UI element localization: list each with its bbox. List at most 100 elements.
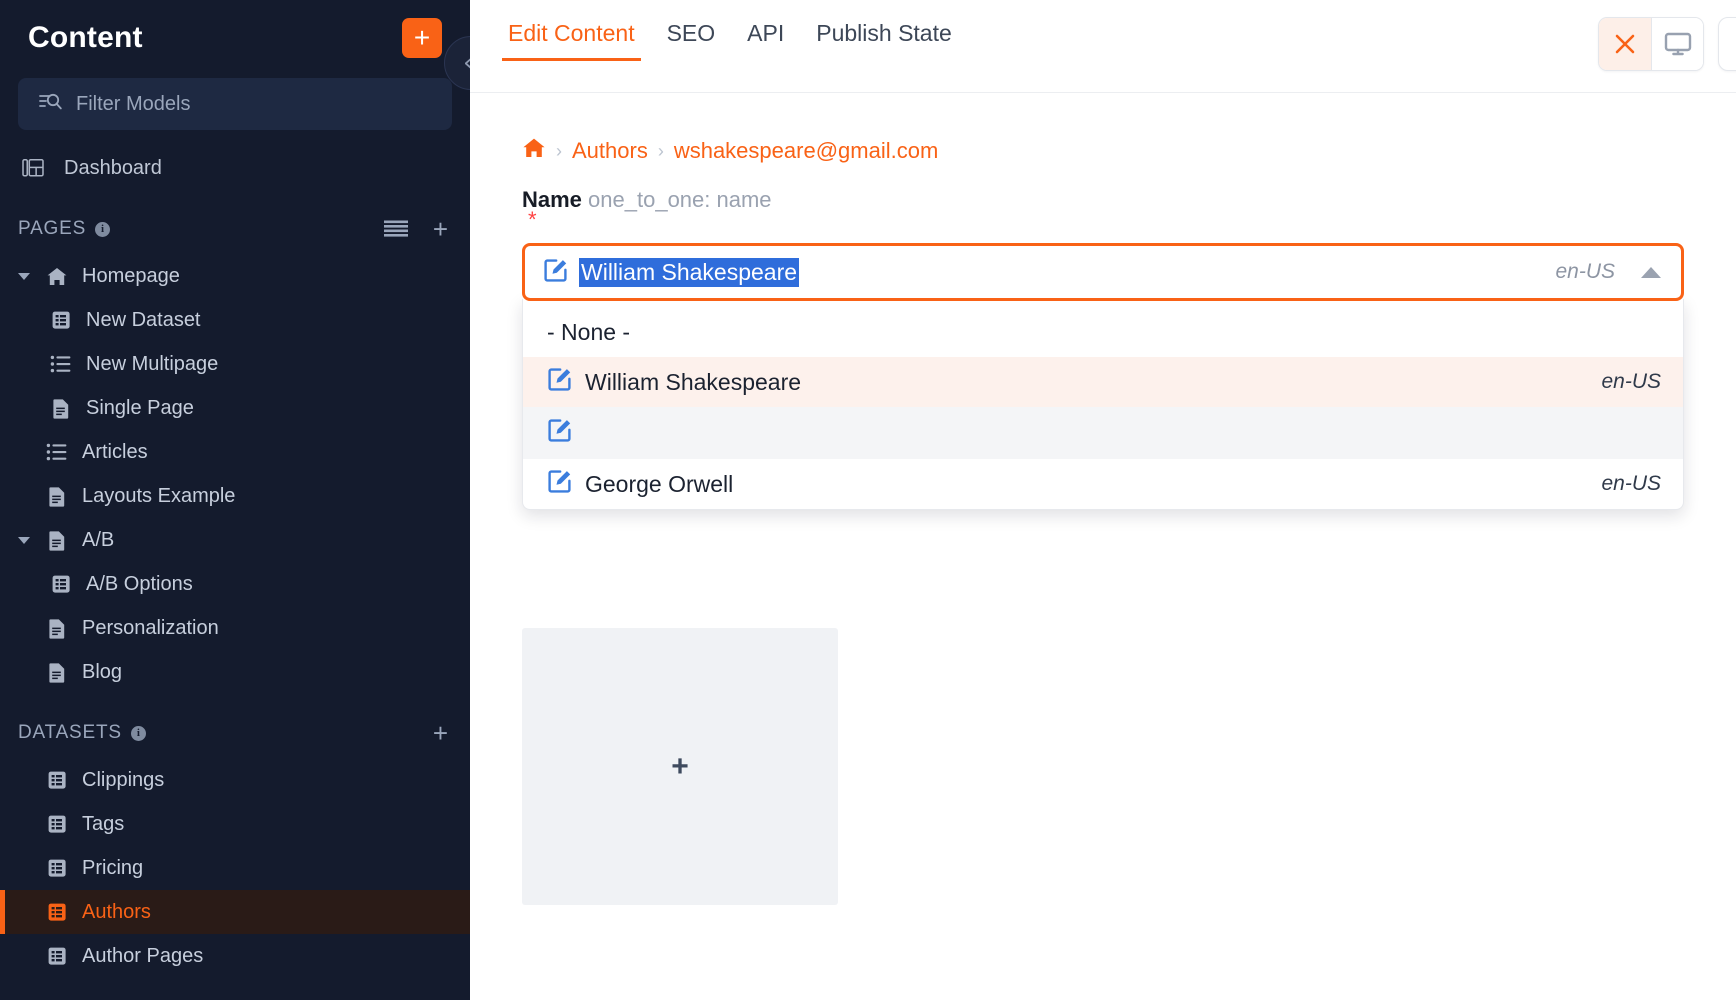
tab-seo[interactable]: SEO: [651, 20, 732, 61]
sidebar: Content + Filter Models Dashboard PAGES …: [0, 0, 470, 1000]
breadcrumb-item-authors[interactable]: Authors: [572, 138, 648, 164]
sidebar-item-label: Blog: [82, 660, 123, 683]
filter-models-placeholder: Filter Models: [76, 92, 191, 115]
breadcrumb: › Authors › wshakespeare@gmail.com: [470, 137, 1736, 165]
sidebar-sections: PAGES i + Homepage New Dataset New Multipage S…: [0, 204, 470, 978]
combo-dropdown: - None - William Shakespeare en-US George O…: [522, 299, 1684, 510]
sidebar-item-a-b-options[interactable]: A/B Options: [0, 562, 470, 606]
tab-publish-state[interactable]: Publish State: [800, 20, 968, 61]
dataset-icon: [50, 309, 72, 331]
chevron-down-icon[interactable]: [18, 272, 30, 280]
sidebar-section-title: DATASETS: [18, 722, 122, 743]
sidebar-item-label: Clippings: [82, 768, 165, 791]
field-hint: one_to_one: name: [588, 187, 772, 212]
page-icon: [46, 529, 68, 551]
add-content-button[interactable]: +: [402, 18, 442, 58]
sidebar-item-authors[interactable]: Authors: [0, 890, 470, 934]
sidebar-item-single-page[interactable]: Single Page: [0, 386, 470, 430]
add-item-button[interactable]: +: [433, 720, 448, 746]
dropdown-option[interactable]: William Shakespeare en-US: [523, 357, 1683, 407]
home-icon[interactable]: [522, 137, 546, 165]
sidebar-item-layouts-example[interactable]: Layouts Example: [0, 474, 470, 518]
sidebar-section-header: DATASETS i +: [0, 708, 470, 758]
tab-api[interactable]: API: [731, 20, 800, 61]
sidebar-item-new-multipage[interactable]: New Multipage: [0, 342, 470, 386]
combo-input[interactable]: William Shakespeare en-US: [522, 243, 1684, 301]
dropdown-option-label: William Shakespeare: [585, 368, 802, 395]
sidebar-item-homepage[interactable]: Homepage: [0, 254, 470, 298]
combo-value: William Shakespeare: [579, 257, 800, 287]
main-panel: Edit Content SEO API Publish State › Aut…: [470, 0, 1736, 1000]
required-marker: *: [528, 207, 537, 232]
sidebar-item-label: New Dataset: [86, 308, 201, 331]
dataset-icon: [46, 901, 68, 923]
top-bar: Edit Content SEO API Publish State: [470, 0, 1736, 93]
dataset-icon: [46, 769, 68, 791]
close-preview-button[interactable]: [1599, 18, 1651, 70]
dropdown-option[interactable]: [523, 407, 1683, 459]
filter-models-input[interactable]: Filter Models: [18, 78, 452, 130]
breadcrumb-separator: ›: [556, 140, 562, 161]
sidebar-title: Content: [28, 21, 143, 54]
page-icon: [46, 485, 68, 507]
breadcrumb-separator: ›: [657, 140, 664, 161]
dropdown-option[interactable]: - None -: [523, 299, 1683, 357]
dropdown-option-label: George Orwell: [585, 470, 734, 497]
tablet-view-button[interactable]: [1718, 17, 1736, 71]
edit-link-icon[interactable]: [547, 468, 573, 500]
edit-link-icon[interactable]: [547, 366, 573, 398]
chevron-down-icon[interactable]: [18, 536, 30, 544]
sidebar-item-blog[interactable]: Blog: [0, 650, 470, 694]
dropdown-option[interactable]: George Orwell en-US: [523, 459, 1683, 509]
sidebar-item-new-dataset[interactable]: New Dataset: [0, 298, 470, 342]
sidebar-item-author-pages[interactable]: Author Pages: [0, 934, 470, 978]
add-item-button[interactable]: +: [433, 216, 448, 242]
app-root: Content + Filter Models Dashboard PAGES …: [0, 0, 1736, 1000]
media-add-placeholder[interactable]: +: [522, 628, 838, 905]
field-label: Name one_to_one: name: [470, 187, 1736, 213]
close-icon: [1615, 34, 1635, 54]
info-icon[interactable]: i: [130, 725, 146, 741]
page-icon: [46, 661, 68, 683]
sidebar-item-pricing[interactable]: Pricing: [0, 846, 470, 890]
desktop-icon: [1664, 32, 1691, 56]
dashboard-icon: [22, 157, 44, 179]
breadcrumb-item-current[interactable]: wshakespeare@gmail.com: [674, 138, 938, 164]
content-area: › Authors › wshakespeare@gmail.com Name …: [470, 93, 1736, 905]
dataset-icon: [46, 813, 68, 835]
sidebar-item-articles[interactable]: Articles: [0, 430, 470, 474]
sidebar-item-label: Homepage: [82, 264, 180, 287]
one-to-one-selector: William Shakespeare en-US - None - Willia…: [522, 243, 1684, 510]
desktop-view-button[interactable]: [1651, 18, 1703, 70]
sidebar-item-clippings[interactable]: Clippings: [0, 758, 470, 802]
sidebar-item-a-b[interactable]: A/B: [0, 518, 470, 562]
plus-icon: +: [413, 22, 431, 53]
home-icon: [46, 265, 68, 287]
list-view-icon[interactable]: [383, 219, 409, 239]
edit-link-icon[interactable]: [543, 257, 569, 288]
sidebar-item-personalization[interactable]: Personalization: [0, 606, 470, 650]
chevron-double-left-icon: «: [463, 48, 470, 78]
sidebar-header: Content +: [0, 0, 470, 68]
tab-bar: Edit Content SEO API Publish State: [470, 0, 968, 61]
sidebar-item-label: A/B: [82, 528, 115, 551]
dropdown-option-label: - None -: [547, 318, 631, 345]
sidebar-item-label: Single Page: [86, 396, 194, 419]
combo-locale: en-US: [1555, 260, 1615, 283]
plus-icon: +: [671, 749, 689, 783]
sidebar-item-label: Dashboard: [64, 156, 162, 179]
sidebar-item-label: New Multipage: [86, 352, 219, 375]
sidebar-section-title: PAGES: [18, 218, 87, 239]
dropdown-option-locale: en-US: [1601, 370, 1661, 393]
sidebar-item-tags[interactable]: Tags: [0, 802, 470, 846]
tab-edit-content[interactable]: Edit Content: [492, 20, 651, 61]
sidebar-item-dashboard[interactable]: Dashboard: [0, 146, 470, 190]
sidebar-item-label: Articles: [82, 440, 148, 463]
info-icon[interactable]: i: [95, 221, 111, 237]
multipage-icon: [50, 353, 72, 375]
sidebar-item-label: Tags: [82, 812, 125, 835]
sidebar-item-label: Pricing: [82, 856, 144, 879]
sidebar-item-label: Layouts Example: [82, 484, 236, 507]
caret-up-icon[interactable]: [1641, 266, 1661, 278]
edit-link-icon[interactable]: [547, 417, 573, 449]
